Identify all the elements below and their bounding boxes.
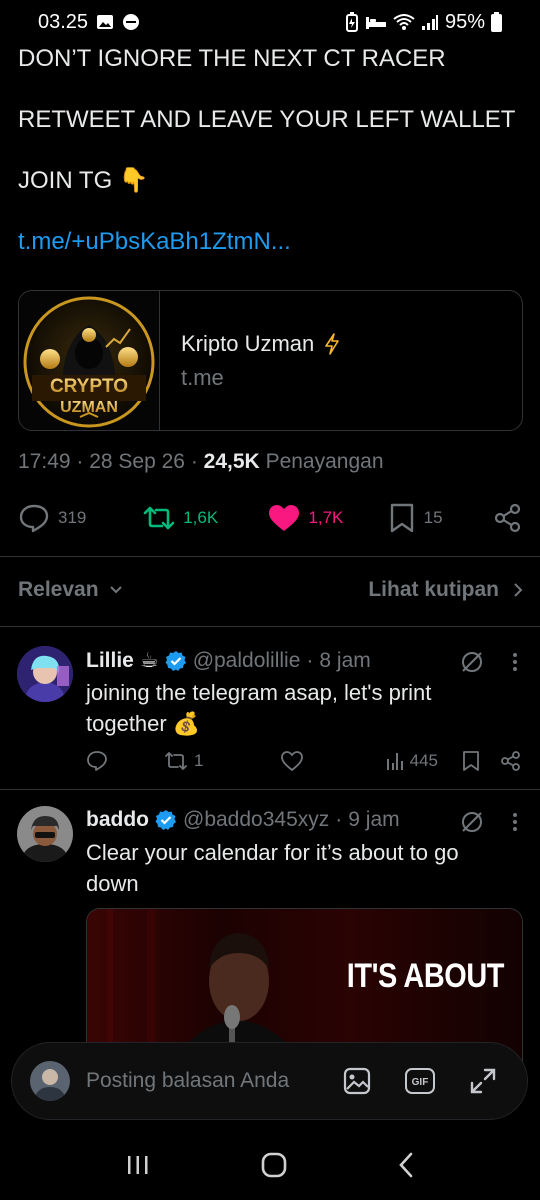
logo-text-crypto: CRYPTO [50, 376, 128, 397]
reply-author-name[interactable]: baddo [86, 808, 149, 832]
telegram-link[interactable]: t.me/+uPbsKaBh1ZtmN... [18, 228, 291, 256]
reply-text: Clear your calendar for it’s about to go… [86, 840, 459, 896]
join-tg-text: JOIN TG [18, 167, 113, 194]
recent-apps-button[interactable] [126, 1154, 150, 1176]
bookmark-button[interactable] [462, 750, 480, 772]
bar-chart-icon [386, 753, 403, 770]
grok-icon[interactable] [460, 650, 484, 674]
share-button[interactable] [493, 503, 523, 533]
card-thumbnail: CRYPTO UZMAN [19, 291, 160, 430]
battery-saver-icon [345, 12, 359, 32]
status-bar: 03.25 95% [0, 0, 540, 44]
share-button[interactable] [500, 750, 522, 772]
reply-corner-actions [460, 650, 518, 674]
tweet-text-line-2: RETWEET AND LEAVE YOUR LEFT WALLET [18, 106, 516, 133]
sort-selected-label: Relevan [18, 578, 99, 601]
sleep-mode-icon [365, 13, 387, 31]
like-count: 1,7K [308, 508, 344, 527]
reply-button[interactable]: 319 [18, 503, 143, 533]
tweet-action-bar: 319 1,6K 1,7K 15 [18, 500, 523, 536]
sort-dropdown[interactable]: Relevan [18, 578, 123, 602]
retweet-button[interactable]: 1 [164, 750, 280, 772]
chevron-down-icon [109, 586, 122, 594]
reply-age: 9 jam [348, 808, 400, 831]
image-icon[interactable] [343, 1067, 371, 1095]
gif-label: GIF [412, 1077, 429, 1088]
verified-badge-icon [165, 650, 187, 672]
reply-handle[interactable]: @baddo345xyz [183, 808, 329, 832]
bookmark-icon [390, 503, 413, 533]
tweet-text-line-3: JOIN TG 👇 [18, 166, 523, 196]
verified-badge-icon [155, 809, 177, 831]
reply-icon [19, 504, 49, 533]
like-button[interactable] [280, 750, 370, 772]
dnd-icon [122, 13, 140, 31]
retweet-count: 1 [194, 751, 204, 770]
heart-icon [269, 505, 300, 531]
more-options-icon[interactable] [512, 812, 518, 832]
retweet-button[interactable]: 1,6K [143, 504, 268, 532]
reply-composer[interactable]: Posting balasan Anda GIF [11, 1042, 528, 1120]
reply-text: joining the telegram asap, let's print t… [86, 680, 432, 736]
retweet-count: 1,6K [183, 508, 219, 527]
pointing-down-emoji: 👇 [118, 167, 149, 194]
reply-count: 319 [58, 508, 87, 527]
wifi-icon [393, 13, 415, 31]
link-preview-card[interactable]: CRYPTO UZMAN Kripto Uzman t.me [18, 290, 523, 431]
expand-icon[interactable] [469, 1067, 497, 1095]
divider [0, 556, 540, 557]
view-count: 445 [409, 751, 438, 770]
bookmark-count: 15 [423, 508, 443, 527]
reply-sort-bar: Relevan Lihat kutipan [18, 578, 523, 602]
reply-author-name[interactable]: Lillie [86, 649, 134, 673]
card-domain: t.me [181, 365, 224, 390]
coffee-emoji: ☕ [139, 649, 159, 672]
system-nav-bar [0, 1130, 540, 1200]
lightning-icon [324, 333, 340, 355]
reply-input[interactable]: Posting balasan Anda [86, 1069, 289, 1093]
view-quotes-link[interactable]: Lihat kutipan [368, 578, 523, 602]
reply-header: Lillie ☕ @paldolillie · 8 jam [86, 648, 371, 673]
divider [0, 789, 540, 790]
avatar [30, 1061, 70, 1101]
like-button[interactable]: 1,7K [268, 504, 387, 532]
reply-handle[interactable]: @paldolillie [193, 649, 301, 673]
avatar[interactable] [17, 646, 73, 702]
chevron-right-icon [514, 583, 523, 597]
card-title: Kripto Uzman [181, 331, 315, 356]
reply-button[interactable] [86, 750, 164, 772]
home-button[interactable] [261, 1152, 287, 1178]
tweet-meta: 17:49 · 28 Sep 26 · 24,5K Penayangan [18, 450, 384, 473]
tweet-time: 17:49 [18, 450, 71, 473]
crypto-uzman-logo: CRYPTO UZMAN [23, 296, 155, 427]
more-options-icon[interactable] [512, 652, 518, 672]
reply-age: 8 jam [319, 648, 371, 672]
bookmark-button[interactable]: 15 [388, 503, 493, 533]
back-button[interactable] [398, 1152, 414, 1178]
view-count: 24,5K [203, 450, 260, 473]
gif-button[interactable]: GIF [405, 1068, 435, 1094]
signal-icon [421, 13, 439, 31]
views-label: Penayangan [265, 450, 384, 473]
battery-icon [491, 12, 502, 32]
grok-icon[interactable] [460, 810, 484, 834]
reply-action-bar: 1 445 [86, 750, 522, 772]
reply-header: baddo @baddo345xyz · 9 jam [86, 808, 400, 832]
reply-corner-actions [460, 810, 518, 834]
gif-caption: IT'S ABOUT [346, 957, 505, 995]
views-stat[interactable]: 445 [386, 751, 438, 771]
avatar[interactable] [17, 806, 73, 862]
status-time: 03.25 [38, 10, 89, 33]
share-icon [494, 503, 521, 533]
view-quotes-label: Lihat kutipan [368, 578, 499, 601]
tweet-date: 28 Sep 26 [89, 450, 185, 473]
tweet-text-line-1: DON’T IGNORE THE NEXT CT RACER [18, 45, 446, 72]
retweet-icon [143, 506, 175, 530]
divider [0, 626, 540, 627]
gallery-notification-icon [96, 13, 114, 31]
battery-percent: 95% [444, 10, 485, 33]
